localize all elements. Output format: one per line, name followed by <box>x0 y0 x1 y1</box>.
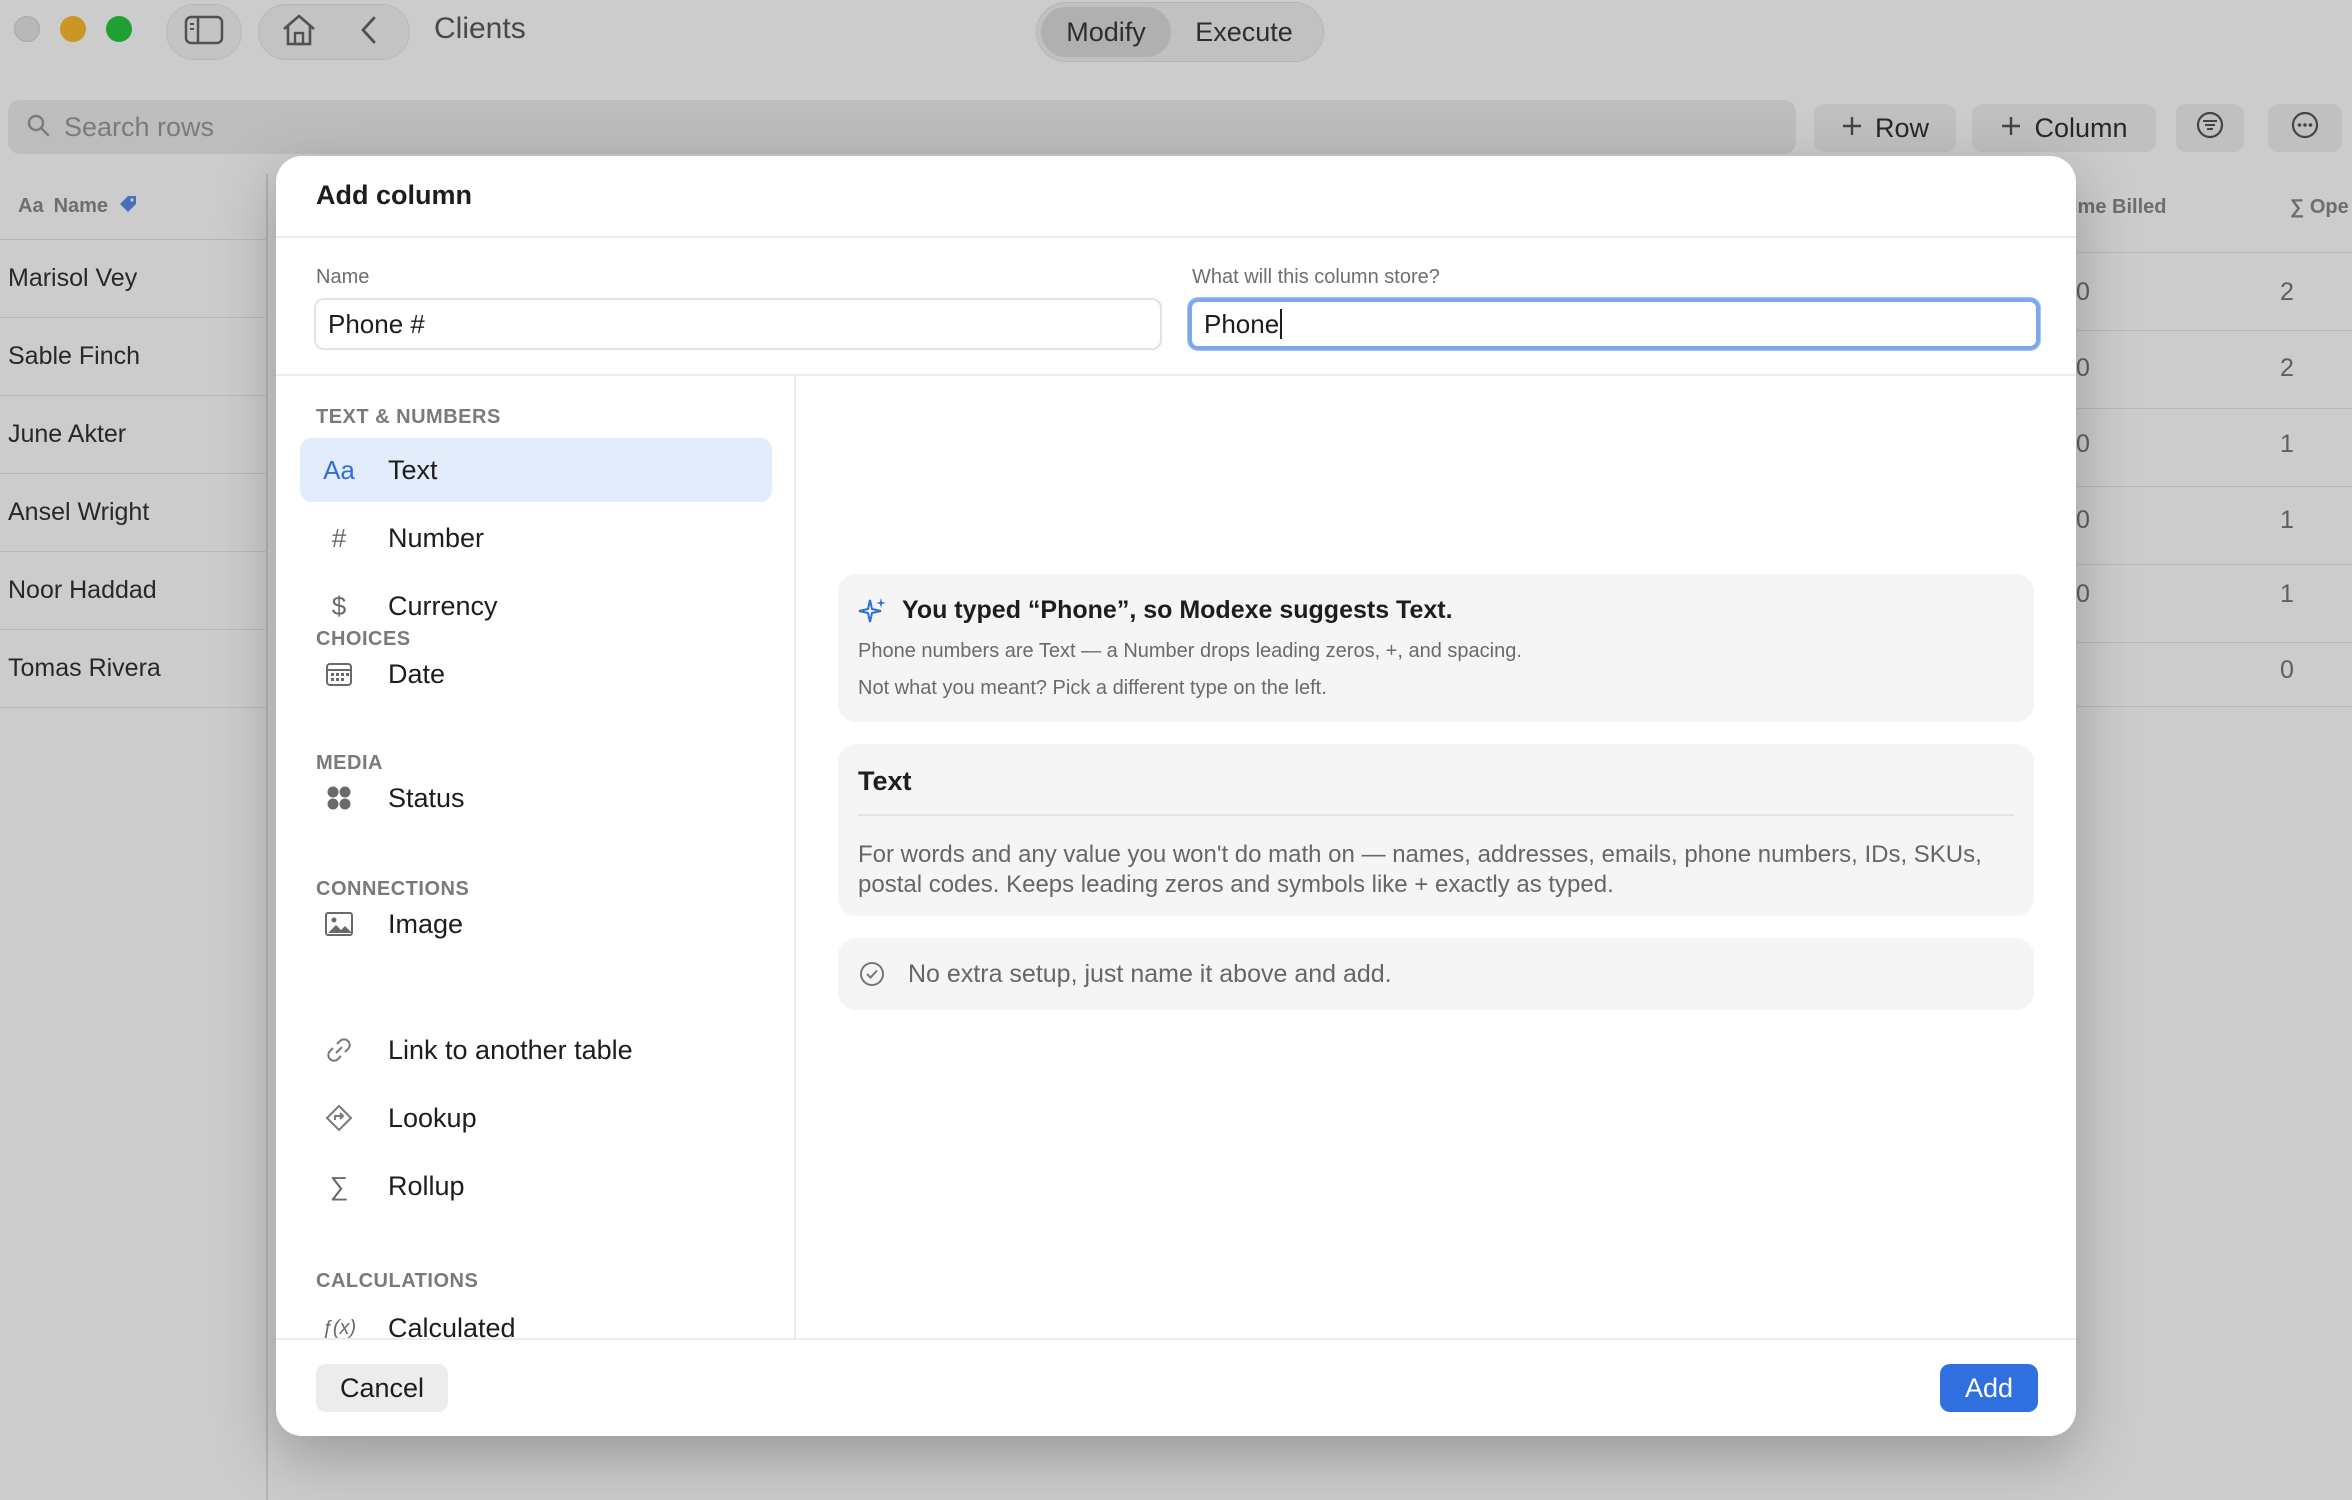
type-option-label: Status <box>388 782 465 813</box>
setup-note-card: No extra setup, just name it above and a… <box>838 938 2034 1010</box>
column-name-value: Phone # <box>328 308 425 339</box>
section-text-numbers: TEXT & NUMBERS <box>316 406 501 428</box>
text-caret <box>1280 309 1283 339</box>
dialog-title: Add column <box>316 180 472 210</box>
add-column-dialog: Add column Name Phone # What will this c… <box>276 156 2076 1436</box>
sparkle-icon <box>858 596 888 631</box>
section-calculations: CALCULATIONS <box>316 1270 479 1292</box>
check-circle-icon <box>858 960 886 988</box>
link-icon <box>314 1035 364 1065</box>
type-option-label: Date <box>388 658 446 689</box>
type-option-label: Number <box>388 522 485 553</box>
text-type-icon: Aa <box>323 454 355 485</box>
lookup-icon <box>314 1103 364 1133</box>
type-option-label: Rollup <box>388 1170 465 1201</box>
column-purpose-field[interactable]: Phone <box>1188 298 2040 350</box>
column-type-list: TEXT & NUMBERS Aa Text # Number $ Curren… <box>276 376 796 1338</box>
type-description-card: Text For words and any value you won't d… <box>838 744 2034 916</box>
type-option-number[interactable]: # Number <box>300 506 772 570</box>
type-description-text: For words and any value you won't do mat… <box>858 841 1982 898</box>
calendar-icon <box>314 660 364 688</box>
section-media: MEDIA <box>316 752 383 774</box>
number-type-icon: # <box>331 522 347 553</box>
type-option-lookup[interactable]: Lookup <box>300 1086 772 1150</box>
type-option-label: Currency <box>388 590 498 621</box>
type-option-rollup[interactable]: ∑ Rollup <box>300 1154 772 1218</box>
status-dots-icon <box>314 784 364 812</box>
type-description-title: Text <box>858 766 912 796</box>
function-icon: ƒ(x) <box>321 1316 357 1339</box>
currency-type-icon: $ <box>331 590 347 621</box>
cancel-button[interactable]: Cancel <box>316 1364 448 1412</box>
section-choices: CHOICES <box>316 628 411 650</box>
type-detail-panel: You typed “Phone”, so Modexe suggests Te… <box>796 376 2076 1338</box>
type-option-label: Text <box>388 454 438 485</box>
name-field-label: Name <box>316 266 370 288</box>
type-option-date[interactable]: Date <box>300 642 772 706</box>
type-option-label: Image <box>388 908 464 939</box>
type-option-label: Link to another table <box>388 1034 633 1065</box>
type-option-status[interactable]: Status <box>300 766 772 830</box>
image-icon <box>314 911 364 937</box>
dialog-footer: Cancel Add <box>276 1338 2076 1436</box>
divider <box>858 814 2014 816</box>
dialog-header: Add column <box>276 156 2076 238</box>
type-option-image[interactable]: Image <box>300 892 772 956</box>
type-option-text[interactable]: Aa Text <box>300 438 772 502</box>
section-connections: CONNECTIONS <box>316 878 470 900</box>
suggestion-reason: Phone numbers are Text — a Number drops … <box>858 640 1522 662</box>
add-button[interactable]: Add <box>1940 1364 2038 1412</box>
column-name-field[interactable]: Phone # <box>314 298 1162 350</box>
suggestion-hint: Not what you meant? Pick a different typ… <box>858 677 1327 699</box>
store-field-label: What will this column store? <box>1192 266 1440 288</box>
suggestion-card: You typed “Phone”, so Modexe suggests Te… <box>838 574 2034 722</box>
suggestion-title: You typed “Phone”, so Modexe suggests Te… <box>902 596 1453 624</box>
column-purpose-value: Phone <box>1204 308 1280 339</box>
type-option-calculated[interactable]: ƒ(x) Calculated <box>300 1296 772 1339</box>
type-option-label: Lookup <box>388 1102 477 1133</box>
type-option-label: Calculated <box>388 1312 516 1339</box>
type-option-link[interactable]: Link to another table <box>300 1018 772 1082</box>
setup-note-text: No extra setup, just name it above and a… <box>908 959 1392 988</box>
sigma-icon: ∑ <box>329 1170 349 1201</box>
